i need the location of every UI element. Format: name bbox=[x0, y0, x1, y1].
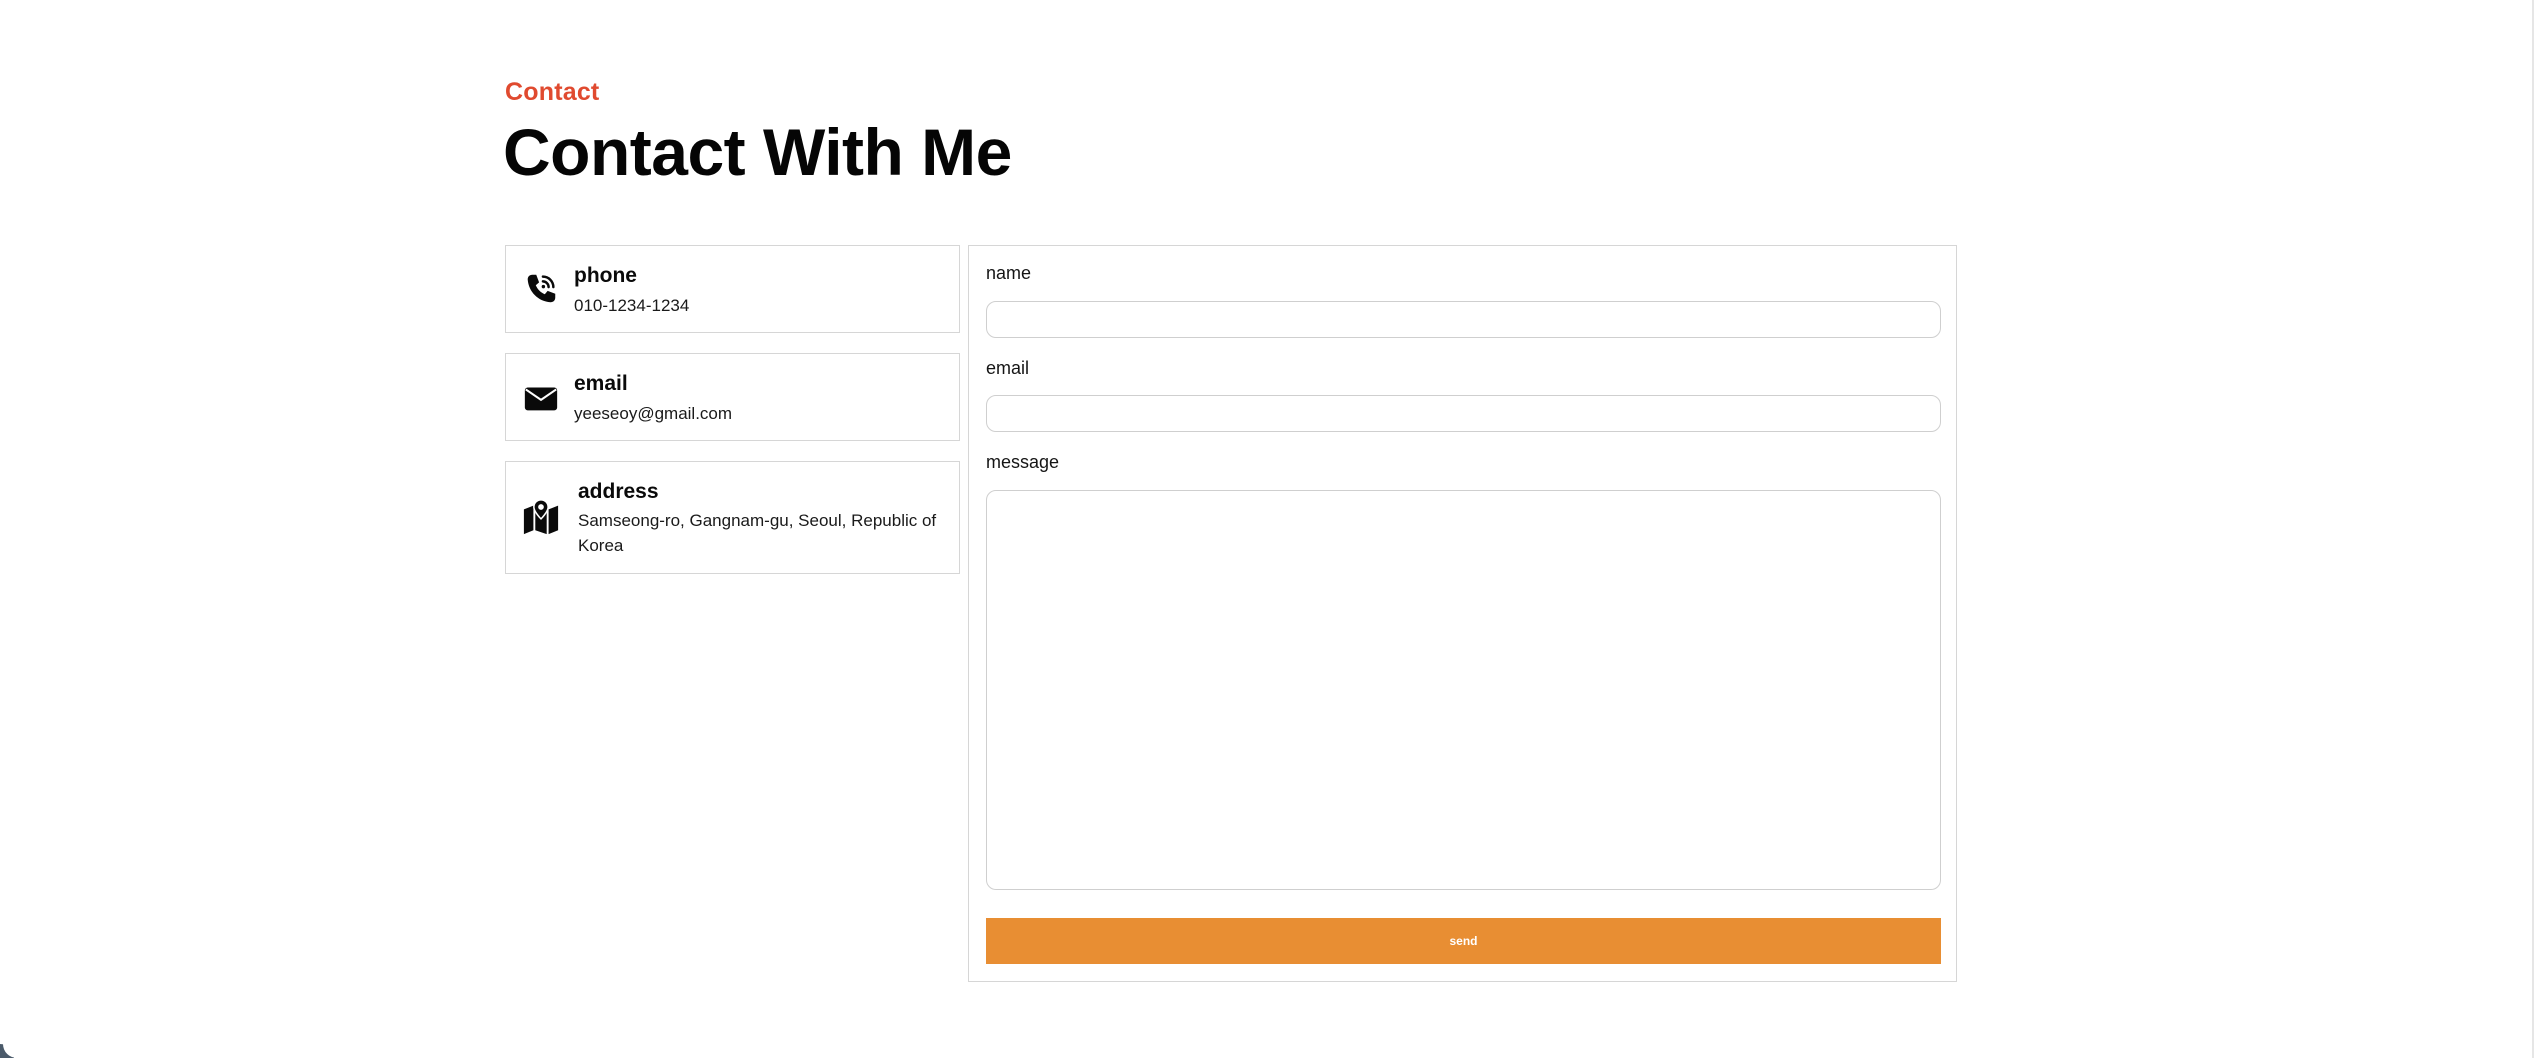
phone-value: 010-1234-1234 bbox=[574, 296, 690, 315]
send-button[interactable]: send bbox=[986, 918, 1941, 964]
phone-label: phone bbox=[574, 264, 637, 287]
phone-card: phone 010-1234-1234 bbox=[505, 245, 960, 333]
email-value: yeeseoy@gmail.com bbox=[574, 404, 733, 423]
map-pin-icon bbox=[523, 499, 559, 535]
email-label: email bbox=[574, 372, 628, 395]
email-field-label: email bbox=[986, 358, 1030, 378]
page-title: Contact With Me bbox=[503, 115, 1012, 189]
contact-page: Contact Contact With Me phone 010-1234-1… bbox=[0, 0, 2534, 1058]
contact-form: name email message send bbox=[968, 245, 1957, 982]
address-value: Samseong-ro, Gangnam-gu, Seoul, Republic… bbox=[578, 511, 937, 555]
message-field[interactable] bbox=[986, 490, 1941, 890]
address-card: address Samseong-ro, Gangnam-gu, Seoul, … bbox=[505, 461, 960, 574]
email-field[interactable] bbox=[986, 395, 1941, 432]
email-card: email yeeseoy@gmail.com bbox=[505, 353, 960, 441]
address-label: address bbox=[578, 480, 659, 503]
phone-icon bbox=[527, 274, 556, 303]
section-eyebrow: Contact bbox=[505, 78, 600, 106]
message-field-label: message bbox=[986, 452, 1060, 472]
window-corner bbox=[0, 1041, 17, 1058]
name-field[interactable] bbox=[986, 301, 1941, 338]
envelope-icon bbox=[524, 387, 558, 411]
name-field-label: name bbox=[986, 263, 1032, 283]
